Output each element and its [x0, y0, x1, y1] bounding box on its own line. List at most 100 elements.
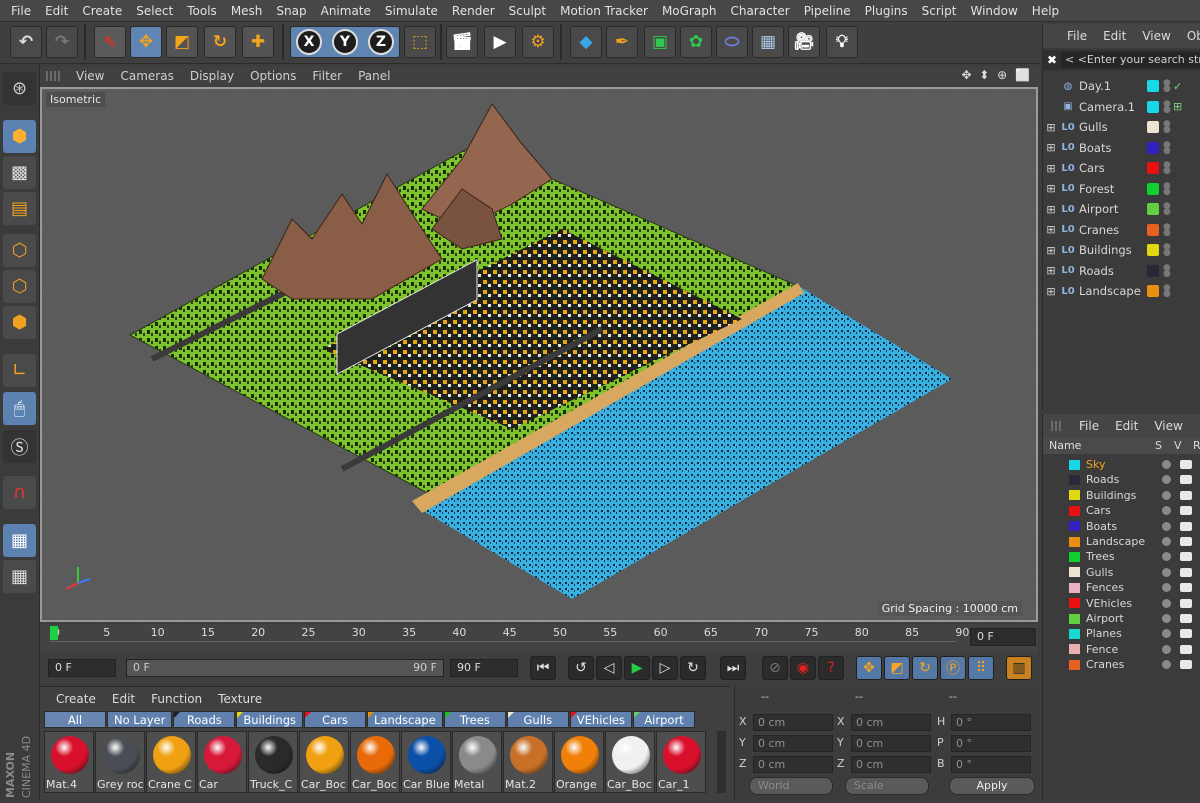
material-tab-no-layer[interactable]: No Layer [107, 711, 173, 728]
workplane-mode-button[interactable]: ▤ [3, 192, 36, 225]
layer-color-swatch[interactable] [1147, 121, 1159, 133]
key-scale-button[interactable]: ◩ [884, 656, 910, 680]
layer-color-swatch[interactable] [1069, 536, 1080, 547]
object-row[interactable]: ▣ Camera.1 ● ● ⊞ [1043, 97, 1200, 117]
solo-toggle-icon[interactable] [1162, 552, 1171, 562]
layer-color-swatch[interactable] [1069, 505, 1080, 516]
render-view-button[interactable]: 🎬︎ [446, 26, 478, 58]
viewport-menu-view[interactable]: View [68, 69, 112, 83]
material-swatch[interactable]: Car_Boc [299, 731, 349, 793]
eye-icon[interactable] [1180, 583, 1192, 593]
material-menu-texture[interactable]: Texture [210, 692, 270, 706]
object-row[interactable]: ⊞ L0 Gulls ● ● [1043, 117, 1200, 137]
cloner-button[interactable]: ✿ [680, 26, 712, 58]
material-tab-landscape[interactable]: Landscape [367, 711, 443, 728]
preview-range-slider[interactable]: 0 F 90 F [126, 659, 444, 677]
expand-icon[interactable]: ⊞ [1045, 182, 1057, 195]
coord-value-field[interactable]: 0 ° [951, 756, 1031, 773]
redo-button[interactable]: ↷ [46, 26, 78, 58]
layer-color-swatch[interactable] [1147, 244, 1159, 256]
visibility-dots-icon[interactable]: ● ● [1163, 263, 1173, 278]
material-swatch[interactable]: Grey roc [95, 731, 145, 793]
layer-color-swatch[interactable] [1147, 80, 1159, 92]
layer-row[interactable]: Trees [1043, 549, 1200, 564]
solo-toggle-icon[interactable] [1162, 598, 1171, 608]
layer-menu-file[interactable]: File [1071, 419, 1107, 433]
material-swatch[interactable]: Mat.2 [503, 731, 553, 793]
locked-workplane-button[interactable]: ▦ [3, 524, 36, 557]
3d-viewport[interactable]: Isometric Grid Spacing : 10000 cm [40, 87, 1038, 622]
cube-button[interactable]: ◆ [570, 26, 602, 58]
material-tab-trees[interactable]: Trees [443, 711, 506, 728]
material-swatch[interactable]: Crane C [146, 731, 196, 793]
object-search-input[interactable]: < <Enter your search stri [1061, 52, 1200, 68]
start-frame-field[interactable]: 0 F [48, 659, 116, 677]
object-row[interactable]: ⊞ L0 Buildings ● ● [1043, 240, 1200, 260]
layer-color-swatch[interactable] [1069, 628, 1080, 639]
material-swatch[interactable]: Metal [452, 731, 502, 793]
layer-color-swatch[interactable] [1069, 613, 1080, 624]
object-row[interactable]: ⊞ L0 Airport ● ● [1043, 199, 1200, 219]
layer-color-swatch[interactable] [1147, 100, 1159, 113]
subdivision-button[interactable]: ▣ [644, 26, 676, 58]
eye-icon[interactable] [1180, 598, 1192, 608]
object-row[interactable]: ⊞ L0 Forest ● ● [1043, 179, 1200, 199]
column-visible[interactable]: V [1174, 439, 1182, 452]
viewport-menu-filter[interactable]: Filter [304, 69, 350, 83]
layer-color-swatch[interactable] [1069, 551, 1080, 562]
material-swatch[interactable]: Mat.4 [44, 731, 94, 793]
material-tab-cars[interactable]: Cars [304, 711, 367, 728]
layer-color-swatch[interactable] [1069, 598, 1080, 609]
object-row[interactable]: ⊞ L0 Boats ● ● [1043, 138, 1200, 158]
viewport-menu-cameras[interactable]: Cameras [112, 69, 181, 83]
column-solo[interactable]: S [1155, 439, 1162, 452]
menu-simulate[interactable]: Simulate [378, 4, 445, 18]
end-frame-field[interactable]: 90 F [450, 659, 518, 677]
material-tab-gulls[interactable]: Gulls [506, 711, 569, 728]
menu-motion-tracker[interactable]: Motion Tracker [553, 4, 655, 18]
object-menu-edit[interactable]: Edit [1095, 29, 1134, 43]
go-to-end-button[interactable]: ⏭ [720, 656, 746, 680]
solo-toggle-icon[interactable] [1162, 521, 1171, 531]
solo-toggle-icon[interactable] [1162, 506, 1171, 516]
eye-icon[interactable] [1180, 552, 1192, 562]
solo-toggle-icon[interactable] [1162, 567, 1171, 577]
menu-tools[interactable]: Tools [180, 4, 224, 18]
layer-color-swatch[interactable] [1069, 567, 1080, 578]
key-parameter-button[interactable]: Ⓟ [940, 656, 966, 680]
menu-edit[interactable]: Edit [38, 4, 75, 18]
visibility-dots-icon[interactable]: ● ● [1163, 202, 1173, 217]
visibility-dots-icon[interactable]: ● ● [1163, 181, 1173, 196]
viewport-menu-options[interactable]: Options [242, 69, 304, 83]
next-key-button[interactable]: ↻ [680, 656, 706, 680]
menu-sculpt[interactable]: Sculpt [502, 4, 553, 18]
camera-button[interactable]: 🎥︎ [788, 26, 820, 58]
menu-mograph[interactable]: MoGraph [655, 4, 724, 18]
layer-color-swatch[interactable] [1069, 582, 1080, 593]
visibility-dots-icon[interactable]: ● ● [1163, 284, 1173, 299]
playhead[interactable] [50, 626, 58, 640]
previous-frame-button[interactable]: ◁ [596, 656, 622, 680]
scale-dropdown[interactable]: Scale [845, 777, 929, 795]
texture-mode-button[interactable]: ▩ [3, 156, 36, 189]
solo-toggle-icon[interactable] [1162, 537, 1171, 546]
record-keys-button[interactable]: ⊘ [762, 656, 788, 680]
make-editable-button[interactable]: ⊛ [3, 72, 36, 105]
layer-menu-view[interactable]: View [1146, 419, 1190, 433]
layer-row[interactable]: Landscape [1043, 534, 1200, 549]
eye-icon[interactable] [1180, 490, 1192, 500]
material-menu-create[interactable]: Create [48, 692, 104, 706]
viewport-menu-panel[interactable]: Panel [350, 69, 398, 83]
object-row[interactable]: ◍ Day.1 ● ● ✓ [1043, 76, 1200, 96]
solo-toggle-icon[interactable] [1162, 614, 1171, 623]
model-mode-button[interactable]: ⬢ [3, 120, 36, 153]
eye-icon[interactable] [1180, 629, 1192, 639]
object-row[interactable]: ⊞ L0 Cranes ● ● [1043, 220, 1200, 240]
key-pla-button[interactable]: ⠿ [968, 656, 994, 680]
material-menu-edit[interactable]: Edit [104, 692, 143, 706]
layer-color-swatch[interactable] [1147, 223, 1159, 236]
layer-row[interactable]: Cars [1043, 503, 1200, 518]
panel-grip[interactable] [46, 71, 60, 81]
visibility-dots-icon[interactable]: ● ● [1163, 79, 1173, 94]
solo-toggle-icon[interactable] [1162, 460, 1171, 469]
